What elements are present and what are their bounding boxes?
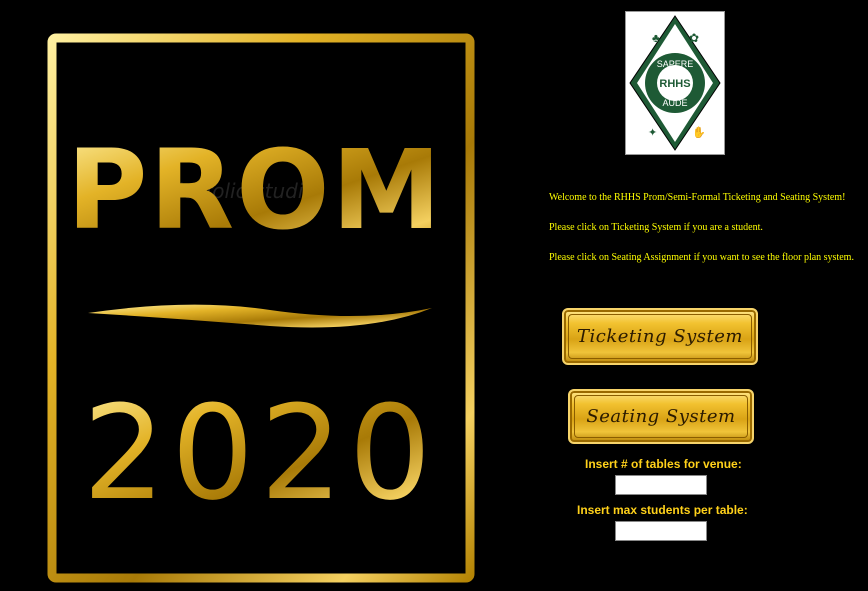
crest-top-text: SAPERE	[657, 59, 694, 69]
tables-input[interactable]	[615, 475, 707, 495]
max-students-label: Insert max students per table:	[577, 503, 748, 517]
ticketing-button-label: Ticketing System	[577, 326, 743, 347]
svg-text:✿: ✿	[689, 31, 699, 45]
svg-text:✦: ✦	[648, 127, 657, 139]
tables-label: Insert # of tables for venue:	[585, 457, 742, 471]
prom-poster: pickfolio studio PROM 2020	[40, 28, 480, 588]
ticketing-system-button[interactable]: Ticketing System	[562, 308, 758, 365]
seating-system-button[interactable]: Seating System	[568, 389, 754, 444]
school-crest-logo: SAPERE RHHS AUDE ♣ ✿ ✦ ✋	[625, 11, 725, 155]
ticket-hint-text: Please click on Ticketing System if you …	[549, 222, 763, 233]
crest-center-text: RHHS	[659, 78, 690, 90]
gold-brushstroke	[88, 304, 432, 328]
year-text: 2020	[83, 377, 438, 529]
prom-word: PROM	[67, 126, 443, 254]
svg-text:♣: ♣	[652, 31, 660, 45]
svg-text:✋: ✋	[692, 126, 706, 139]
crest-bottom-text: AUDE	[662, 98, 687, 108]
seating-button-label: Seating System	[586, 406, 736, 427]
seating-hint-text: Please click on Seating Assignment if yo…	[549, 252, 854, 263]
welcome-text: Welcome to the RHHS Prom/Semi-Formal Tic…	[549, 192, 846, 203]
max-students-input[interactable]	[615, 521, 707, 541]
